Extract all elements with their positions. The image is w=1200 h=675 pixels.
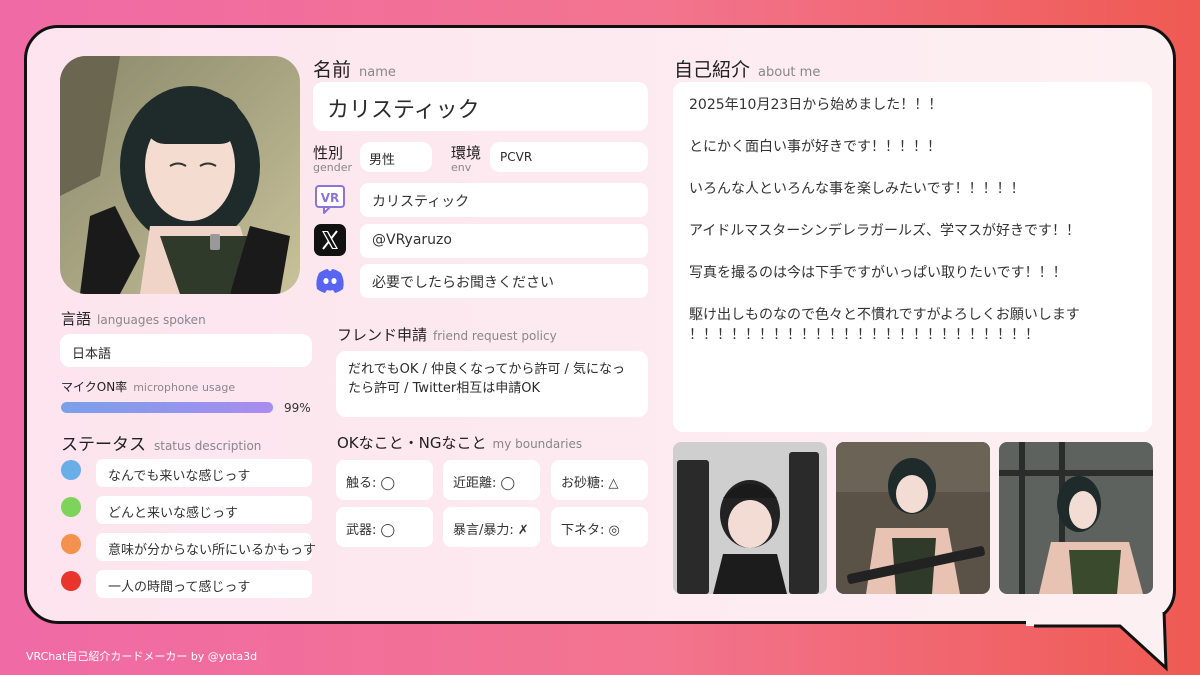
friend-heading: フレンド申請 friend request policy bbox=[337, 324, 557, 345]
status-text: なんでも来いな感じっす bbox=[108, 469, 251, 484]
mic-value: 99% bbox=[284, 401, 311, 415]
about-line: とにかく面白い事が好きです！！！！！ bbox=[689, 139, 941, 155]
gallery-photo bbox=[836, 442, 990, 594]
status-text: 意味が分からない所にいるかもっす bbox=[108, 543, 317, 558]
languages-label-jp: 言語 bbox=[61, 310, 92, 328]
mic-bar-track bbox=[61, 402, 275, 413]
about-line: 写真を撮るのは今は下手ですがいっぱい取りたいです！！！ bbox=[689, 265, 1067, 281]
languages-value: 日本語 bbox=[72, 347, 112, 362]
boundary-text: 下ネタ: ◎ bbox=[561, 523, 620, 538]
about-field: 2025年10月23日から始めました！！！ とにかく面白い事が好きです！！！！！… bbox=[673, 82, 1152, 432]
x-field: @VRyaruzo bbox=[360, 224, 648, 258]
boundary-text: 触る: ◯ bbox=[346, 476, 396, 491]
gender-label-jp: 性別 bbox=[313, 144, 344, 162]
gender-field: 男性 bbox=[360, 142, 432, 172]
speech-bubble-tail bbox=[1026, 612, 1168, 672]
languages-field: 日本語 bbox=[60, 334, 312, 367]
x-value: @VRyaruzo bbox=[372, 232, 452, 248]
about-line: 2025年10月23日から始めました！！！ bbox=[689, 97, 943, 113]
boundary-item: 下ネタ: ◎ bbox=[551, 507, 648, 547]
languages-heading: 言語 languages spoken bbox=[61, 308, 206, 329]
env-value: PCVR bbox=[500, 150, 533, 164]
boundary-item: 触る: ◯ bbox=[336, 460, 433, 500]
vrchat-icon: VR bbox=[315, 185, 345, 214]
status-dot-red bbox=[61, 571, 81, 591]
status-text: どんと来いな感じっす bbox=[108, 506, 239, 521]
name-field: カリスティック bbox=[313, 82, 648, 131]
avatar-photo bbox=[60, 56, 300, 294]
gender-label-en: gender bbox=[313, 161, 352, 174]
status-item: どんと来いな感じっす bbox=[96, 496, 312, 524]
friend-text: だれでもOK / 仲良くなってから許可 / 気になったら許可 / Twitter… bbox=[348, 362, 626, 396]
boundaries-label-jp: OKなこと・NGなこと bbox=[337, 434, 487, 452]
env-label: 環境 env bbox=[451, 142, 481, 174]
discord-icon bbox=[316, 269, 344, 293]
friend-label-en: friend request policy bbox=[433, 329, 557, 343]
about-label-jp: 自己紹介 bbox=[674, 59, 751, 81]
boundary-item: 武器: ◯ bbox=[336, 507, 433, 547]
boundary-text: 近距離: ◯ bbox=[453, 476, 516, 491]
mic-heading: マイクON率 microphone usage bbox=[61, 378, 235, 395]
boundaries-heading: OKなこと・NGなこと my boundaries bbox=[337, 432, 582, 453]
discord-value: 必要でしたらお聞きください bbox=[372, 275, 554, 291]
boundary-text: 武器: ◯ bbox=[346, 523, 396, 538]
gender-value: 男性 bbox=[369, 153, 396, 168]
mic-label-jp: マイクON率 bbox=[61, 380, 128, 394]
name-value: カリスティック bbox=[327, 98, 480, 123]
status-dot-orange bbox=[61, 534, 81, 554]
about-line: 駆け出しものなので色々と不慣れですがよろしくお願いします bbox=[689, 307, 1080, 323]
status-dot-green bbox=[61, 497, 81, 517]
about-line: ！！！！！！！！！！！！！！！！！！！！！！！！！ bbox=[689, 327, 1039, 343]
status-label-jp: ステータス bbox=[61, 435, 146, 455]
env-label-jp: 環境 bbox=[451, 144, 482, 162]
env-field: PCVR bbox=[490, 142, 648, 172]
boundary-item: 近距離: ◯ bbox=[443, 460, 540, 500]
mic-bar-fill bbox=[61, 402, 273, 413]
about-heading: 自己紹介 about me bbox=[674, 55, 820, 82]
status-item: 一人の時間って感じっす bbox=[96, 570, 312, 598]
vrchat-value: カリスティック bbox=[372, 194, 470, 210]
mic-label-en: microphone usage bbox=[133, 381, 236, 394]
status-item: なんでも来いな感じっす bbox=[96, 459, 312, 487]
boundary-item: お砂糖: △ bbox=[551, 460, 648, 500]
gallery-photo bbox=[673, 442, 827, 594]
footer-credit: VRChat自己紹介カードメーカー by @yota3d bbox=[26, 650, 258, 663]
status-item: 意味が分からない所にいるかもっす bbox=[96, 533, 316, 561]
status-label-en: status description bbox=[154, 439, 262, 453]
discord-field: 必要でしたらお聞きください bbox=[360, 264, 648, 298]
about-line: アイドルマスターシンデレラガールズ、学マスが好きです！！ bbox=[689, 223, 1081, 239]
status-heading: ステータス status description bbox=[61, 430, 261, 455]
status-dot-blue bbox=[61, 460, 81, 480]
gallery-photo bbox=[999, 442, 1153, 594]
boundaries-label-en: my boundaries bbox=[492, 437, 583, 451]
boundary-item: 暴言/暴力: ✗ bbox=[443, 507, 540, 547]
name-label-en: name bbox=[359, 65, 396, 80]
boundary-text: お砂糖: △ bbox=[561, 476, 619, 491]
name-heading: 名前 name bbox=[313, 55, 396, 82]
boundary-text: 暴言/暴力: ✗ bbox=[453, 523, 529, 538]
gender-label: 性別 gender bbox=[313, 142, 352, 174]
vrchat-field: カリスティック bbox=[360, 183, 648, 217]
friend-label-jp: フレンド申請 bbox=[337, 326, 428, 344]
about-label-en: about me bbox=[758, 65, 821, 80]
status-text: 一人の時間って感じっす bbox=[108, 580, 251, 595]
languages-label-en: languages spoken bbox=[97, 313, 206, 327]
about-line: いろんな人といろんな事を楽しみたいです！！！！！ bbox=[689, 181, 1025, 197]
name-label-jp: 名前 bbox=[313, 59, 352, 81]
svg-text:VR: VR bbox=[321, 191, 340, 205]
friend-field: だれでもOK / 仲良くなってから許可 / 気になったら許可 / Twitter… bbox=[336, 351, 648, 417]
x-logo-icon bbox=[314, 224, 346, 256]
